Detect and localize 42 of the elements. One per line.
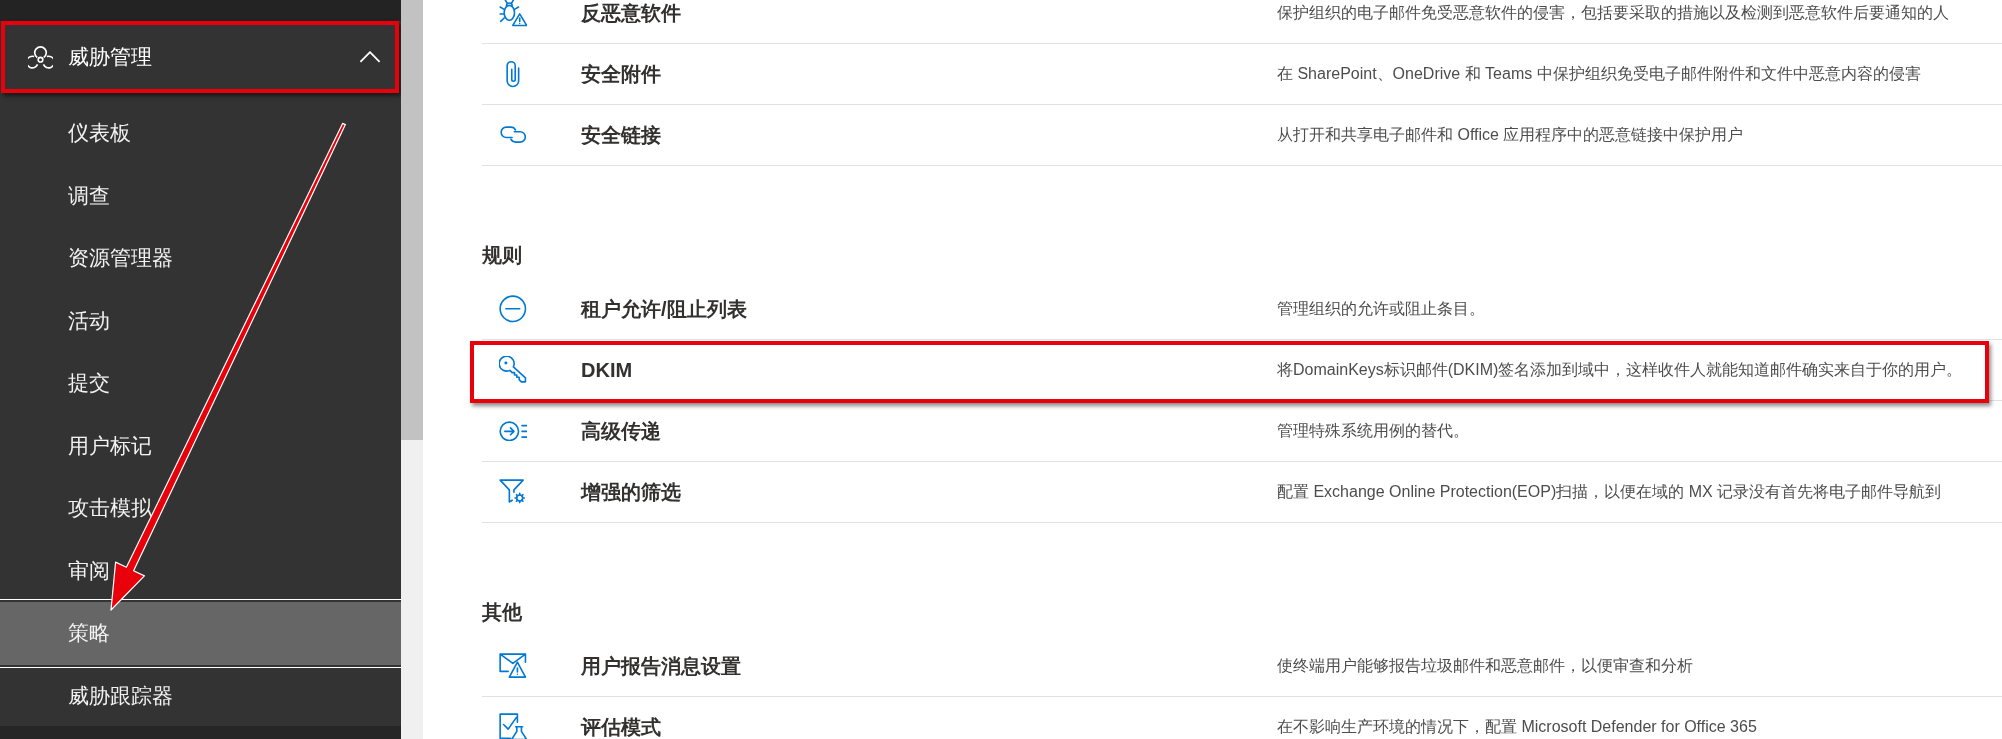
nav-item[interactable]: 威胁跟踪器	[0, 664, 401, 727]
policy-name[interactable]: 安全链接	[581, 125, 661, 145]
policy-name[interactable]: 租户允许/阻止列表	[581, 299, 747, 319]
policy-name[interactable]: DKIM	[581, 360, 633, 380]
arrow-circle-list-icon	[498, 420, 528, 442]
policy-description: 保护组织的电子邮件免受恶意软件的侵害，包括要采取的措施以及检测到恶意软件后要通知的人	[1277, 3, 1949, 23]
chain-link-icon	[499, 126, 527, 144]
nav-item[interactable]: 提交	[0, 352, 401, 415]
policy-name[interactable]: 高级传递	[581, 421, 661, 441]
scrollbar-thumb[interactable]	[401, 0, 423, 440]
policy-name[interactable]: 反恶意软件	[581, 3, 681, 23]
section-heading: 规则	[482, 243, 522, 267]
policy-description: 管理组织的允许或阻止条目。	[1277, 299, 1485, 319]
section-heading: 其他	[482, 600, 522, 624]
nav-item[interactable]: 策略	[0, 602, 401, 665]
policy-description: 配置 Exchange Online Protection(EOP)扫描，以便在域的 MX 记录没有首先将电子邮件导航到	[1277, 482, 1942, 502]
policy-name[interactable]: 用户报告消息设置	[581, 656, 741, 676]
policy-description: 使终端用户能够报告垃圾邮件和恶意邮件，以便审查和分析	[1277, 656, 1693, 676]
nav-item[interactable]: 仪表板	[0, 102, 401, 165]
funnel-gear-icon	[499, 479, 527, 505]
policy-description: 在不影响生产环境的情况下，配置 Microsoft Defender for Office 365	[1277, 717, 1757, 737]
policy-name[interactable]: 评估模式	[581, 717, 661, 737]
nav-item[interactable]: 活动	[0, 289, 401, 352]
nav-item[interactable]: 用户标记	[0, 414, 401, 477]
key-icon	[499, 356, 527, 384]
biohazard-icon	[28, 45, 53, 69]
bug-warning-icon	[498, 0, 528, 27]
policy-description: 在 SharePoint、OneDrive 和 Teams 中保护组织免受电子邮件附件和文件中恶意内容的侵害	[1277, 64, 1921, 84]
nav-item[interactable]: 资源管理器	[0, 227, 401, 290]
policy-name[interactable]: 安全附件	[581, 64, 661, 84]
nav-item[interactable]: 审阅	[0, 539, 401, 602]
nav-group-header[interactable]: 威胁管理	[0, 21, 401, 93]
paperclip-icon	[506, 59, 520, 89]
policy-name[interactable]: 增强的筛选	[581, 482, 681, 502]
nav-item[interactable]: 攻击模拟	[0, 477, 401, 540]
policy-description: 管理特殊系统用例的替代。	[1277, 421, 1469, 441]
policy-description: 将DomainKeys标识邮件(DKIM)签名添加到域中，这样收件人就能知道邮件确实来自于你的用户。	[1277, 360, 1963, 380]
policy-description: 从打开和共享电子邮件和 Office 应用程序中的恶意链接中保护用户	[1277, 125, 1744, 145]
nav-item[interactable]: 调查	[0, 164, 401, 227]
mail-warning-icon	[499, 653, 527, 679]
minus-circle-icon	[499, 295, 527, 323]
checkbox-flask-icon	[498, 713, 528, 739]
